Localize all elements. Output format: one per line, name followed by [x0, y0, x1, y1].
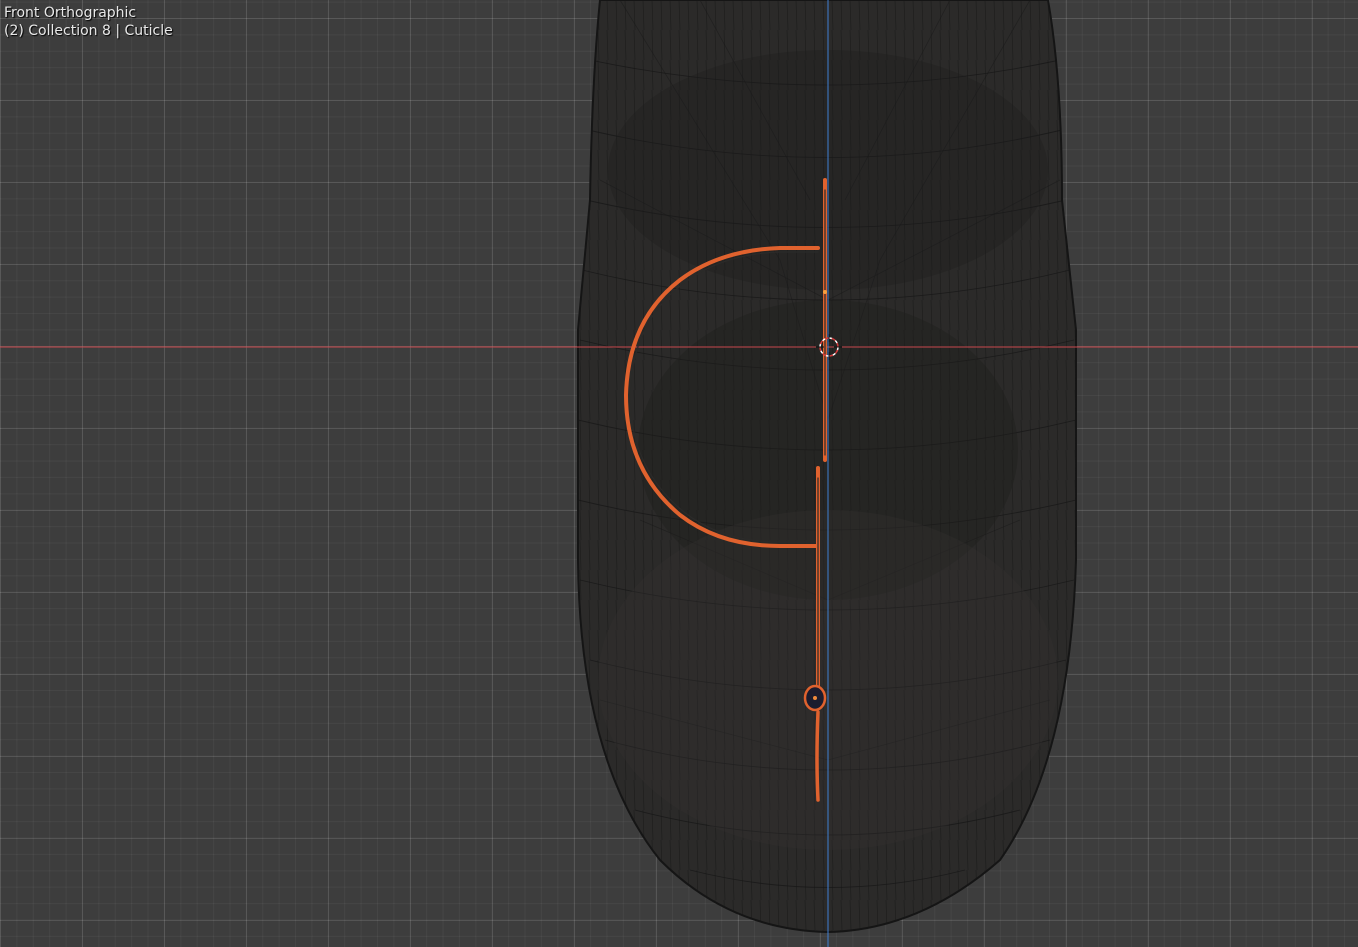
3d-viewport[interactable]: Front Orthographic (2) Collection 8 | Cu…	[0, 0, 1358, 947]
object-info: (2) Collection 8 | Cuticle	[4, 23, 173, 39]
viewport-info-overlay: Front Orthographic (2) Collection 8 | Cu…	[4, 4, 173, 40]
object-origin-icon[interactable]	[803, 684, 827, 712]
origin-dot	[823, 290, 827, 294]
viewport-scene[interactable]	[0, 0, 1358, 947]
view-name: Front Orthographic	[4, 5, 137, 21]
